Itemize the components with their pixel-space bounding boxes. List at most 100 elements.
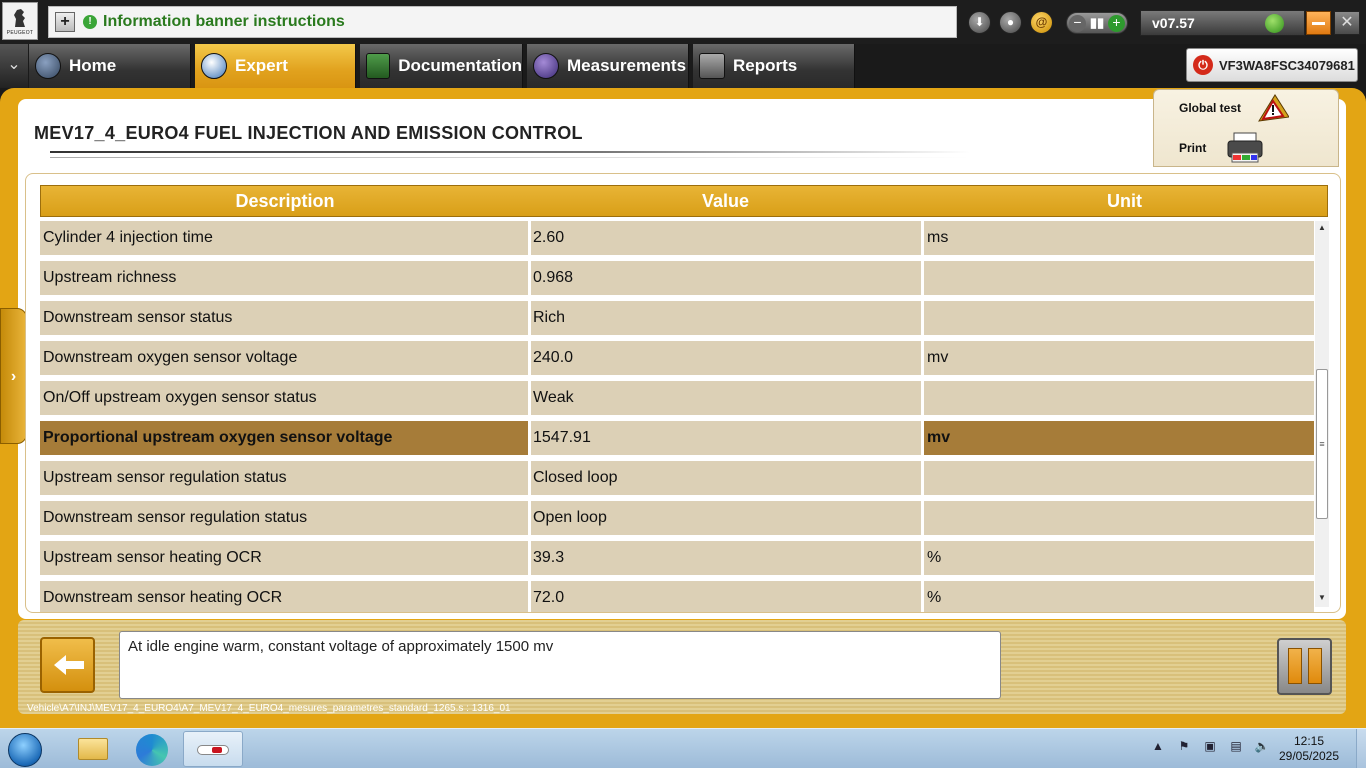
back-arrow-icon (54, 655, 84, 675)
vin-text: VF3WA8FSC34079681 (1219, 57, 1355, 73)
magnifier-icon (201, 53, 227, 79)
table-row[interactable]: Upstream sensor heating OCR 39.3 % (40, 541, 1314, 581)
book-icon (366, 53, 391, 79)
print-button[interactable]: Print (1154, 130, 1340, 166)
cell-unit: ms (924, 221, 1314, 258)
device-icon[interactable]: ▣ (1202, 739, 1218, 753)
tab-home[interactable]: Home (29, 44, 191, 88)
table-row[interactable]: Upstream sensor regulation status Closed… (40, 461, 1314, 501)
edge-browser-button[interactable] (122, 731, 178, 767)
tab-documentation[interactable]: Documentation (360, 44, 523, 88)
column-header-value[interactable]: Value (529, 186, 922, 216)
table-scrollbar[interactable]: ▲ ≡ ▼ (1315, 221, 1329, 607)
tab-reports[interactable]: Reports (693, 44, 855, 88)
scroll-down-icon[interactable]: ▼ (1315, 593, 1329, 605)
scroll-thumb[interactable]: ≡ (1316, 369, 1328, 519)
cell-description: Upstream richness (40, 261, 528, 298)
tab-measurements[interactable]: Measurements (527, 44, 689, 88)
home-icon (35, 53, 61, 79)
waveform-icon (533, 53, 559, 79)
cell-value: 39.3 (531, 541, 921, 578)
clock[interactable]: 12:15 29/05/2025 (1276, 734, 1342, 764)
connection-status-icon (1265, 14, 1284, 33)
cell-value: Rich (531, 301, 921, 338)
cell-unit: % (924, 581, 1314, 612)
table-row[interactable]: On/Off upstream oxygen sensor status Wea… (40, 381, 1314, 421)
cell-description: Upstream sensor regulation status (40, 461, 528, 498)
banner-text: Information banner instructions (103, 13, 345, 30)
table-row-selected[interactable]: Proportional upstream oxygen sensor volt… (40, 421, 1314, 461)
column-header-description[interactable]: Description (41, 186, 529, 216)
cell-value: 0.968 (531, 261, 921, 298)
cell-description: Downstream oxygen sensor voltage (40, 341, 528, 378)
plus-icon[interactable]: + (1108, 14, 1125, 32)
tab-label: Expert (235, 56, 288, 75)
measurements-table: Description Value Unit Cylinder 4 inject… (25, 173, 1341, 613)
global-test-button[interactable]: Global test (1154, 90, 1340, 126)
email-icon[interactable]: @ (1030, 11, 1053, 34)
clock-date: 29/05/2025 (1278, 749, 1340, 763)
print-label: Print (1179, 141, 1207, 155)
vin-display[interactable]: ⏻ VF3WA8FSC34079681 (1186, 48, 1358, 82)
windows-logo-icon (8, 733, 42, 767)
report-icon (699, 53, 725, 79)
back-button[interactable] (40, 637, 95, 693)
minus-icon[interactable]: − (1069, 14, 1086, 32)
table-row[interactable]: Downstream sensor status Rich (40, 301, 1314, 341)
actions-panel: Global test Print (1153, 89, 1339, 167)
flag-icon[interactable]: ⚑ (1176, 739, 1192, 753)
network-icon[interactable]: ▤ (1228, 739, 1244, 753)
folder-icon (78, 738, 108, 760)
cell-value: 72.0 (531, 581, 921, 612)
diagbox-taskbar-button[interactable] (183, 731, 243, 767)
version-text: v07.57 (1152, 15, 1195, 31)
tab-expert[interactable]: Expert (195, 44, 356, 88)
peugeot-logo: PEUGEOT (2, 2, 38, 40)
table-row[interactable]: Downstream oxygen sensor voltage 240.0 m… (40, 341, 1314, 381)
scroll-up-icon[interactable]: ▲ (1315, 223, 1329, 235)
pause-button[interactable] (1277, 638, 1332, 695)
tab-label: Documentation (398, 56, 522, 75)
show-desktop-button[interactable] (1356, 729, 1366, 768)
info-banner: + ! Information banner instructions (48, 6, 957, 38)
table-header: Description Value Unit (40, 185, 1328, 217)
system-tray: ▲ ⚑ ▣ ▤ 🔈 (1150, 739, 1270, 753)
volume-icon[interactable]: 🔈 (1254, 739, 1270, 753)
cell-unit: mv (924, 421, 1314, 458)
nav-collapse-chevron-icon[interactable]: ⌄ (0, 44, 28, 88)
title-divider-shadow (50, 157, 970, 158)
user-icon[interactable]: ● (999, 11, 1022, 34)
help-message-box: At idle engine warm, constant voltage of… (119, 631, 1001, 699)
start-button[interactable] (4, 731, 46, 767)
title-divider (50, 151, 970, 153)
table-row[interactable]: Downstream sensor heating OCR 72.0 % (40, 581, 1314, 612)
version-display: v07.57 (1140, 10, 1305, 36)
global-test-label: Global test (1179, 101, 1242, 115)
side-panel-expand-chevron-icon[interactable]: › (0, 308, 27, 444)
column-header-unit[interactable]: Unit (922, 186, 1327, 216)
volume-toggle[interactable]: − ▮▮ + (1066, 12, 1128, 34)
close-button[interactable]: ✕ (1334, 11, 1360, 35)
table-row[interactable]: Upstream richness 0.968 (40, 261, 1314, 301)
download-icon[interactable]: ⬇ (968, 11, 991, 34)
table-row[interactable]: Cylinder 4 injection time 2.60 ms (40, 221, 1314, 261)
table-row[interactable]: Downstream sensor regulation status Open… (40, 501, 1314, 541)
cell-value: Closed loop (531, 461, 921, 498)
cell-unit: % (924, 541, 1314, 578)
main-nav: ⌄ Home Expert Documentation Measurements… (0, 44, 1366, 88)
warning-icon (1258, 94, 1290, 122)
info-status-icon: ! (83, 15, 97, 29)
brand-text: PEUGEOT (6, 29, 34, 36)
page-title: MEV17_4_EURO4 FUEL INJECTION AND EMISSIO… (34, 123, 583, 143)
tab-label: Measurements (567, 56, 687, 75)
tab-label: Reports (733, 56, 798, 75)
cell-description: Downstream sensor heating OCR (40, 581, 528, 612)
tray-expand-icon[interactable]: ▲ (1150, 739, 1166, 753)
file-explorer-button[interactable] (62, 731, 118, 767)
expand-banner-button[interactable]: + (55, 12, 75, 32)
minimize-button[interactable] (1306, 11, 1331, 35)
cell-unit (924, 381, 1314, 418)
cell-description: Downstream sensor status (40, 301, 528, 338)
cell-value: Open loop (531, 501, 921, 538)
cell-description: Downstream sensor regulation status (40, 501, 528, 538)
